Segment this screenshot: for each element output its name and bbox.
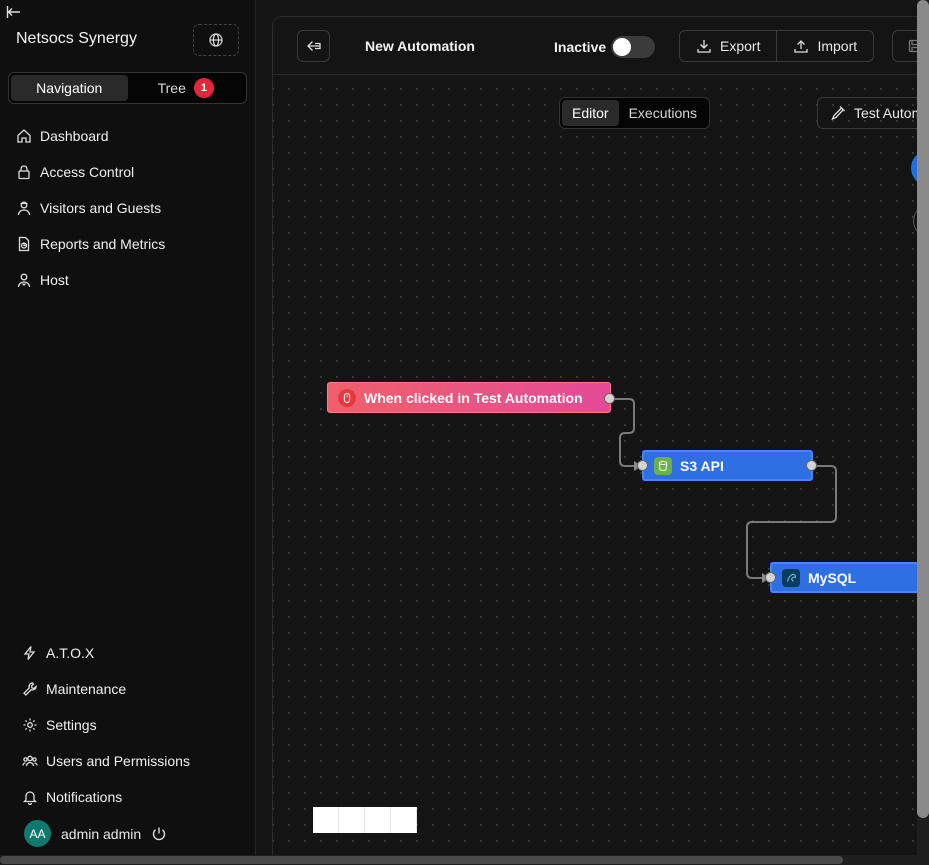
minimap-cell xyxy=(365,807,391,833)
sidebar-item-notifications[interactable]: Notifications xyxy=(0,779,256,815)
sidebar-nav: Dashboard Access Control Visitors and Gu… xyxy=(0,118,256,298)
mouse-click-icon xyxy=(338,388,356,407)
trigger-node[interactable]: When clicked in Test Automation xyxy=(327,382,611,413)
mysql-node[interactable]: MySQL xyxy=(770,562,921,593)
collapse-sidebar-icon[interactable] xyxy=(6,4,22,20)
sidebar-item-label: Settings xyxy=(46,717,97,733)
mysql-input-handle[interactable] xyxy=(765,572,776,583)
back-button[interactable] xyxy=(297,30,330,62)
host-icon xyxy=(16,272,32,288)
minimap-cell xyxy=(339,807,365,833)
sidebar-item-host[interactable]: Host xyxy=(0,262,256,298)
editor-toolbar: New Automation Inactive Export Import xyxy=(273,17,921,75)
download-icon xyxy=(696,38,712,54)
segment-navigation[interactable]: Navigation xyxy=(11,75,128,101)
sidebar-item-label: Access Control xyxy=(40,164,135,180)
arrow-left-icon xyxy=(306,38,322,54)
test-automation-label: Test Automation xyxy=(854,105,922,121)
sidebar-item-reports[interactable]: Reports and Metrics xyxy=(0,226,256,262)
minimap-cell xyxy=(391,807,417,833)
sidebar-item-maintenance[interactable]: Maintenance xyxy=(0,671,256,707)
import-label: Import xyxy=(817,38,858,54)
canvas-minimap[interactable] xyxy=(313,807,417,833)
s3-api-node[interactable]: S3 API xyxy=(642,450,813,481)
segment-tree[interactable]: Tree 1 xyxy=(128,75,245,101)
user-name: admin admin xyxy=(61,825,142,842)
automation-title[interactable]: New Automation xyxy=(365,38,475,54)
trigger-node-label: When clicked in Test Automation xyxy=(364,389,583,406)
avatar: AA xyxy=(24,820,51,847)
s3-node-label: S3 API xyxy=(680,457,724,474)
editor-tabs: Editor Executions xyxy=(559,97,711,129)
sidebar-item-visitors[interactable]: Visitors and Guests xyxy=(0,190,256,226)
users-icon xyxy=(22,753,38,769)
export-label: Export xyxy=(720,38,761,54)
mysql-node-label: MySQL xyxy=(808,569,857,586)
atox-icon xyxy=(22,645,38,661)
s3-output-handle[interactable] xyxy=(806,460,817,471)
sidebar-item-settings[interactable]: Settings xyxy=(0,707,256,743)
horizontal-scrollbar-thumb[interactable] xyxy=(0,856,843,864)
active-toggle[interactable] xyxy=(611,36,655,58)
sidebar-item-label: Host xyxy=(40,272,69,288)
user-profile[interactable]: AA admin admin xyxy=(24,820,167,847)
segment-label: Tree xyxy=(157,80,186,96)
sidebar-bottom-nav: A.T.O.X Maintenance Settings Users and P… xyxy=(0,635,256,815)
segment-label: Navigation xyxy=(36,80,103,96)
sidebar-item-label: Users and Permissions xyxy=(46,753,190,769)
app-title: Netsocs Synergy xyxy=(16,30,137,47)
sidebar-item-access-control[interactable]: Access Control xyxy=(0,154,256,190)
sidebar-item-label: Dashboard xyxy=(40,128,109,144)
s3-bucket-icon xyxy=(654,456,672,475)
sidebar-item-label: Maintenance xyxy=(46,681,127,697)
bell-icon xyxy=(22,789,38,805)
sidebar: Netsocs Synergy Navigation Tree 1 Dashbo… xyxy=(0,0,256,865)
lock-icon xyxy=(16,164,32,180)
sidebar-item-dashboard[interactable]: Dashboard xyxy=(0,118,256,154)
test-automation-button[interactable]: Test Automation xyxy=(817,97,922,129)
sidebar-item-users[interactable]: Users and Permissions xyxy=(0,743,256,779)
mysql-dolphin-icon xyxy=(782,568,800,587)
tab-executions[interactable]: Executions xyxy=(619,100,707,126)
sidebar-item-label: A.T.O.X xyxy=(46,645,95,661)
upload-icon xyxy=(793,38,809,54)
import-export-group: Export Import xyxy=(679,30,875,62)
tree-count-badge: 1 xyxy=(193,78,214,98)
vertical-scrollbar-thumb[interactable] xyxy=(917,0,929,818)
import-button[interactable]: Import xyxy=(776,31,873,61)
status-label: Inactive xyxy=(554,39,607,55)
gear-icon xyxy=(22,717,38,733)
trigger-output-handle[interactable] xyxy=(604,393,615,404)
workflow-canvas[interactable] xyxy=(273,75,921,860)
wrench-icon xyxy=(22,681,38,697)
sidebar-item-atox[interactable]: A.T.O.X xyxy=(0,635,256,671)
minimap-cell xyxy=(313,807,339,833)
export-button[interactable]: Export xyxy=(680,31,776,61)
report-icon xyxy=(16,236,32,252)
language-button[interactable] xyxy=(193,24,239,56)
sidebar-item-label: Notifications xyxy=(46,789,123,805)
sidebar-item-label: Reports and Metrics xyxy=(40,236,166,252)
visitor-icon xyxy=(16,200,32,216)
automation-editor: New Automation Inactive Export Import Ed… xyxy=(272,16,922,861)
home-icon xyxy=(16,128,32,144)
power-icon[interactable] xyxy=(151,826,167,842)
sidebar-mode-switch: Navigation Tree 1 xyxy=(8,72,247,104)
flask-icon xyxy=(830,105,846,121)
tab-editor[interactable]: Editor xyxy=(562,100,619,126)
s3-input-handle[interactable] xyxy=(637,460,648,471)
sidebar-item-label: Visitors and Guests xyxy=(40,200,162,216)
globe-icon xyxy=(208,32,224,48)
